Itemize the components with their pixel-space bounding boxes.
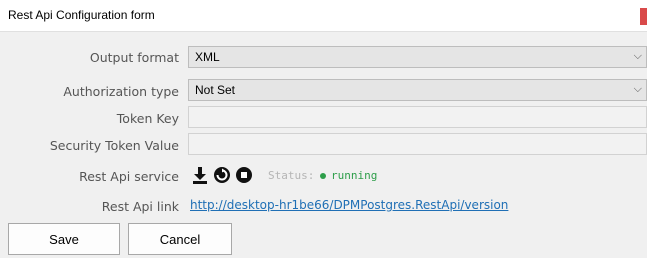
authorization-type-select[interactable]: Not Set ⌵: [188, 79, 647, 101]
chevron-down-icon: ⌵: [633, 49, 642, 62]
rest-api-link[interactable]: http://desktop-hr1be66/DPMPostgres.RestA…: [190, 198, 508, 212]
rest-api-link-label: Rest Api link: [101, 199, 179, 214]
status-indicator-icon: [320, 173, 326, 179]
authorization-type-label: Authorization type: [63, 84, 179, 99]
status-value: running: [331, 169, 378, 182]
security-token-value-field[interactable]: [188, 133, 647, 155]
rest-api-service-label: Rest Api service: [79, 169, 179, 184]
security-token-value-label: Security Token Value: [49, 138, 179, 153]
status-label: Status:: [268, 169, 315, 182]
window-title: Rest Api Configuration form: [8, 8, 155, 22]
token-key-field[interactable]: [188, 106, 647, 128]
save-button[interactable]: Save: [8, 223, 120, 255]
output-format-select[interactable]: XML ⌵: [188, 46, 647, 68]
close-icon[interactable]: [640, 8, 647, 25]
authorization-type-value: Not Set: [195, 83, 236, 97]
download-icon[interactable]: [191, 166, 209, 184]
output-format-value: XML: [195, 50, 220, 64]
output-format-label: Output format: [89, 50, 179, 65]
refresh-icon[interactable]: [213, 166, 231, 184]
stop-icon[interactable]: [235, 166, 253, 184]
title-bar: Rest Api Configuration form: [0, 0, 647, 32]
cancel-button[interactable]: Cancel: [128, 223, 232, 255]
chevron-down-icon: ⌵: [633, 82, 642, 95]
token-key-label: Token Key: [116, 111, 179, 126]
